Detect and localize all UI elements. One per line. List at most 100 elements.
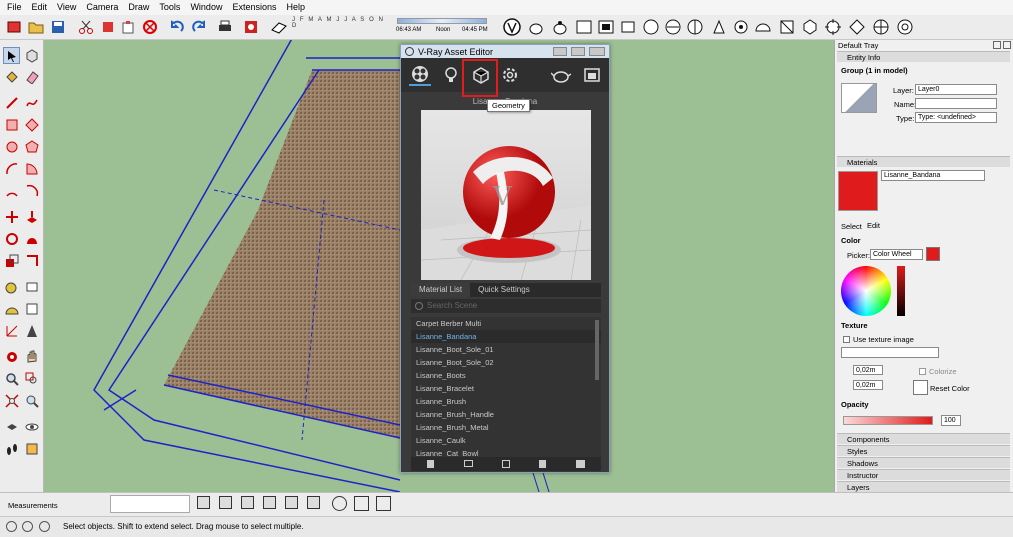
model-info-icon[interactable] bbox=[242, 18, 260, 36]
move-tool-icon[interactable] bbox=[3, 208, 20, 225]
paint-bucket-icon[interactable] bbox=[3, 68, 20, 85]
picker-select[interactable]: Color Wheel bbox=[870, 249, 923, 260]
section-cuts-icon[interactable] bbox=[376, 496, 391, 511]
import-icon[interactable] bbox=[576, 460, 585, 468]
previous-view-icon[interactable] bbox=[23, 392, 40, 409]
frame-buffer-icon[interactable] bbox=[581, 64, 603, 86]
user-icon[interactable] bbox=[39, 521, 50, 532]
material-preview[interactable]: V bbox=[420, 110, 592, 281]
menu-file[interactable]: File bbox=[2, 0, 27, 15]
left-view-icon[interactable] bbox=[307, 496, 320, 509]
list-item[interactable]: Lisanne_Cat_Bowl bbox=[411, 447, 601, 457]
close-icon[interactable] bbox=[1003, 41, 1011, 49]
top-view-icon[interactable] bbox=[219, 496, 232, 509]
shadows-header[interactable]: Shadows bbox=[837, 457, 1010, 468]
two-point-arc-icon[interactable] bbox=[3, 182, 20, 199]
vray-omni-light-icon[interactable] bbox=[732, 18, 750, 36]
open-folder-icon[interactable] bbox=[27, 18, 45, 36]
new-asset-icon[interactable] bbox=[427, 460, 434, 468]
3d-text-icon[interactable] bbox=[23, 322, 40, 339]
name-field[interactable] bbox=[915, 98, 997, 109]
open-file-icon[interactable] bbox=[464, 460, 473, 467]
tab-quick-settings[interactable]: Quick Settings bbox=[470, 283, 538, 297]
front-view-icon[interactable] bbox=[241, 496, 254, 509]
list-item[interactable]: Lisanne_Brush_Metal bbox=[411, 421, 601, 434]
dimension-tool-icon[interactable] bbox=[23, 278, 40, 295]
redo-icon[interactable] bbox=[190, 18, 208, 36]
save-icon[interactable] bbox=[49, 18, 67, 36]
arc-tool-icon[interactable] bbox=[3, 160, 20, 177]
zoom-window-icon[interactable] bbox=[23, 370, 40, 387]
material-swatch[interactable] bbox=[838, 171, 878, 211]
material-list[interactable]: Carpet Berber Multi Lisanne_Bandana Lisa… bbox=[411, 317, 601, 457]
vray-fur-icon[interactable] bbox=[824, 18, 842, 36]
scale-tool-icon[interactable] bbox=[3, 252, 20, 269]
rectangle-tool-icon[interactable] bbox=[3, 116, 20, 133]
vray-plane-icon[interactable] bbox=[848, 18, 866, 36]
layers-header[interactable]: Layers bbox=[837, 481, 1010, 492]
vray-ipr-icon[interactable] bbox=[597, 18, 615, 36]
minimize-icon[interactable] bbox=[553, 47, 567, 56]
new-file-icon[interactable] bbox=[5, 18, 23, 36]
list-item[interactable]: Carpet Berber Multi bbox=[411, 317, 601, 330]
maximize-icon[interactable] bbox=[571, 47, 585, 56]
save-asset-icon[interactable] bbox=[502, 460, 510, 468]
cut-icon[interactable] bbox=[77, 18, 95, 36]
section-display-icon[interactable] bbox=[354, 496, 369, 511]
print-icon[interactable] bbox=[216, 18, 234, 36]
axes-tool-icon[interactable] bbox=[3, 322, 20, 339]
vray-sphere-light-icon[interactable] bbox=[664, 18, 682, 36]
color-swatch[interactable] bbox=[926, 247, 940, 261]
tab-select[interactable]: Select bbox=[841, 222, 862, 231]
vray-mesh-light-icon[interactable] bbox=[778, 18, 796, 36]
pin-icon[interactable] bbox=[993, 41, 1001, 49]
menu-draw[interactable]: Draw bbox=[123, 0, 154, 15]
rotated-rectangle-icon[interactable] bbox=[23, 116, 40, 133]
eraser-icon[interactable] bbox=[23, 68, 40, 85]
list-item-selected[interactable]: Lisanne_Bandana bbox=[411, 330, 601, 343]
section-tool-icon[interactable] bbox=[332, 496, 347, 511]
select-arrow-icon[interactable] bbox=[3, 47, 20, 64]
protractor-icon[interactable] bbox=[3, 300, 20, 317]
use-texture-checkbox[interactable] bbox=[843, 336, 850, 343]
geo-location-icon[interactable] bbox=[6, 521, 17, 532]
paste-icon[interactable] bbox=[119, 18, 137, 36]
instructor-header[interactable]: Instructor bbox=[837, 469, 1010, 480]
vray-spot-light-icon[interactable] bbox=[686, 18, 704, 36]
text-tool-icon[interactable] bbox=[23, 300, 40, 317]
reset-color-swatch[interactable] bbox=[913, 380, 928, 395]
menu-edit[interactable]: Edit bbox=[27, 0, 53, 15]
texture-height-field[interactable]: 0,02m bbox=[853, 380, 883, 390]
vray-ies-light-icon[interactable] bbox=[710, 18, 728, 36]
walk-tool-icon[interactable] bbox=[3, 440, 20, 457]
rotate-tool-icon[interactable] bbox=[3, 230, 20, 247]
tab-material-list[interactable]: Material List bbox=[411, 283, 471, 297]
menu-window[interactable]: Window bbox=[185, 0, 227, 15]
entity-info-header[interactable]: Entity Info bbox=[837, 51, 1010, 62]
section-plane-icon[interactable] bbox=[23, 440, 40, 457]
vray-light-icon[interactable] bbox=[642, 18, 660, 36]
credits-icon[interactable] bbox=[22, 521, 33, 532]
zoom-tool-icon[interactable] bbox=[3, 370, 20, 387]
vray-dome-light-icon[interactable] bbox=[754, 18, 772, 36]
colorize-checkbox[interactable] bbox=[919, 368, 926, 375]
push-pull-icon[interactable] bbox=[23, 208, 40, 225]
brightness-slider[interactable] bbox=[897, 266, 905, 316]
opacity-field[interactable]: 100 bbox=[941, 415, 961, 426]
three-point-arc-icon[interactable] bbox=[23, 182, 40, 199]
pie-tool-icon[interactable] bbox=[23, 160, 40, 177]
layer-select[interactable]: Layer0 bbox=[915, 84, 997, 95]
list-item[interactable]: Lisanne_Bracelet bbox=[411, 382, 601, 395]
list-item[interactable]: Lisanne_Boot_Sole_01 bbox=[411, 343, 601, 356]
make-component-icon[interactable] bbox=[23, 47, 40, 64]
list-item[interactable]: Lisanne_Brush_Handle bbox=[411, 408, 601, 421]
reset-color-label[interactable]: Reset Color bbox=[930, 384, 970, 393]
opacity-slider[interactable] bbox=[843, 416, 933, 425]
line-tool-icon[interactable] bbox=[3, 94, 20, 111]
close-icon[interactable] bbox=[589, 47, 605, 56]
vray-logo-icon[interactable] bbox=[503, 18, 521, 36]
back-view-icon[interactable] bbox=[285, 496, 298, 509]
lights-category-icon[interactable] bbox=[440, 64, 462, 86]
erase-icon[interactable] bbox=[141, 18, 159, 36]
vray-lock-camera-icon[interactable] bbox=[619, 18, 637, 36]
